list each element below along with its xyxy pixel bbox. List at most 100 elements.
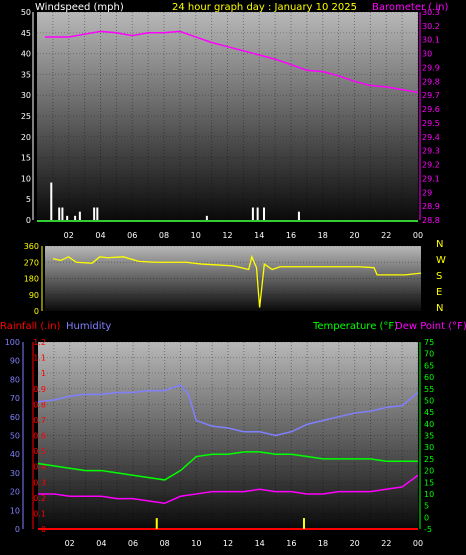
humidity-tick-label: 0: [15, 525, 20, 534]
temperature-tick-label: 20: [424, 467, 434, 476]
direction-tick-label: 180: [24, 275, 39, 284]
rainfall-tick-label: 0.5: [33, 447, 46, 456]
windspeed-tick-label: 15: [21, 154, 31, 163]
humidity-tick-label: 10: [10, 506, 20, 515]
temperature-axis-title: Temperature (°F): [312, 321, 398, 332]
humidity-tick-label: 90: [10, 357, 20, 366]
temperature-tick-label: 70: [424, 350, 434, 359]
windspeed-bar: [93, 207, 96, 220]
x-tick-label: 12: [222, 231, 232, 240]
direction-tick-label: 360: [24, 242, 39, 251]
temperature-tick-label: 65: [424, 361, 434, 370]
temperature-tick-label: 10: [424, 490, 434, 499]
x-tick-label: 16: [286, 539, 296, 548]
x-tick-label: 02: [65, 539, 75, 548]
barometer-tick-label: 29.2: [422, 161, 440, 170]
windspeed-tick-label: 25: [21, 112, 31, 121]
windspeed-bar: [256, 207, 259, 220]
x-tick-label: 14: [255, 539, 265, 548]
temperature-tick-label: 0: [424, 513, 429, 522]
windspeed-tick-label: 20: [21, 133, 31, 142]
temperature-tick-label: 25: [424, 455, 434, 464]
barometer-tick-label: 30: [422, 50, 432, 59]
barometer-tick-label: 29.8: [422, 77, 440, 86]
x-tick-label: 16: [286, 231, 296, 240]
direction-tick-label: 0: [34, 307, 39, 316]
windspeed-bar: [58, 207, 61, 220]
barometer-tick-label: 29: [422, 188, 432, 197]
x-tick-label: 20: [349, 231, 359, 240]
windspeed-bar: [297, 211, 300, 220]
windspeed-tick-label: 40: [21, 50, 31, 59]
compass-label: E: [436, 287, 442, 298]
windspeed-bar: [251, 207, 254, 220]
rainfall-bar: [303, 518, 305, 529]
direction-plot-area: [45, 246, 421, 311]
temperature-tick-label: 35: [424, 432, 434, 441]
windspeed-bar: [205, 215, 208, 220]
windspeed-bar: [66, 215, 69, 220]
humidity-axis-title: Humidity: [66, 321, 111, 332]
compass-labels: NWSEN: [436, 239, 446, 314]
barometer-tick-label: 29.1: [422, 174, 440, 183]
temperature-tick-label: 55: [424, 385, 434, 394]
rainfall-tick-label: 1: [41, 369, 46, 378]
x-tick-label: 18: [318, 539, 328, 548]
x-tick-label: 00: [413, 231, 423, 240]
temperature-tick-label: 15: [424, 478, 434, 487]
barometer-tick-label: 30.2: [422, 22, 440, 31]
rainfall-tick-label: 1.2: [33, 338, 46, 347]
temperature-tick-label: 50: [424, 396, 434, 405]
x-tick-label: 04: [96, 539, 106, 548]
rainfall-tick-label: 1.1: [33, 354, 46, 363]
windspeed-axis-title: Windspeed (mph): [35, 2, 124, 13]
humidity-tick-label: 70: [10, 394, 20, 403]
barometer-tick-label: 30.1: [422, 36, 440, 45]
x-tick-label: 08: [159, 231, 169, 240]
humidity-tick-label: 40: [10, 450, 20, 459]
barometer-tick-label: 28.8: [422, 216, 440, 225]
humidity-tick-label: 60: [10, 413, 20, 422]
x-tick-label: 14: [254, 231, 264, 240]
windspeed-bar: [78, 211, 81, 220]
windspeed-bar: [50, 182, 53, 220]
temperature-tick-label: 45: [424, 408, 434, 417]
x-tick-label: 06: [128, 539, 138, 548]
barometer-tick-label: 30.3: [422, 8, 440, 17]
windspeed-tick-label: 50: [21, 8, 31, 17]
compass-label: N: [436, 303, 443, 314]
rainfall-tick-label: 0.2: [33, 494, 46, 503]
x-tick-label: 20: [350, 539, 360, 548]
x-tick-label: 00: [413, 539, 423, 548]
barometer-tick-label: 28.9: [422, 202, 440, 211]
graph-title: 24 hour graph day : January 10 2025: [172, 2, 357, 13]
x-tick-label: 22: [381, 539, 391, 548]
windspeed-tick-label: 5: [26, 195, 31, 204]
x-tick-label: 04: [95, 231, 105, 240]
barometer-tick-label: 29.3: [422, 147, 440, 156]
rainfall-tick-label: 0.1: [33, 509, 46, 518]
barometer-tick-label: 29.5: [422, 119, 440, 128]
x-tick-label: 18: [318, 231, 328, 240]
humidity-tick-label: 100: [5, 338, 20, 347]
rainfall-axis-title: Rainfall (.in): [0, 321, 61, 332]
windspeed-bar: [263, 207, 266, 220]
humidity-tick-label: 80: [10, 375, 20, 384]
direction-tick-label: 90: [29, 291, 39, 300]
windspeed-bar: [96, 207, 99, 220]
x-tick-label: 10: [191, 539, 201, 548]
x-tick-label: 22: [381, 231, 391, 240]
direction-tick-label: 270: [24, 258, 39, 267]
windspeed-bar: [61, 207, 64, 220]
dewpoint-axis-title: Dew Point (°F): [395, 321, 466, 332]
temperature-tick-label: 75: [424, 338, 434, 347]
x-tick-label: 12: [223, 539, 233, 548]
temperature-tick-label: 60: [424, 373, 434, 382]
compass-label: S: [436, 271, 442, 282]
rainfall-tick-label: 0.3: [33, 478, 46, 487]
x-tick-label: 02: [64, 231, 74, 240]
rainfall-tick-label: 0.7: [33, 416, 46, 425]
temperature-tick-label: 40: [424, 420, 434, 429]
x-tick-label: 08: [160, 539, 170, 548]
barometer-tick-label: 29.7: [422, 91, 440, 100]
